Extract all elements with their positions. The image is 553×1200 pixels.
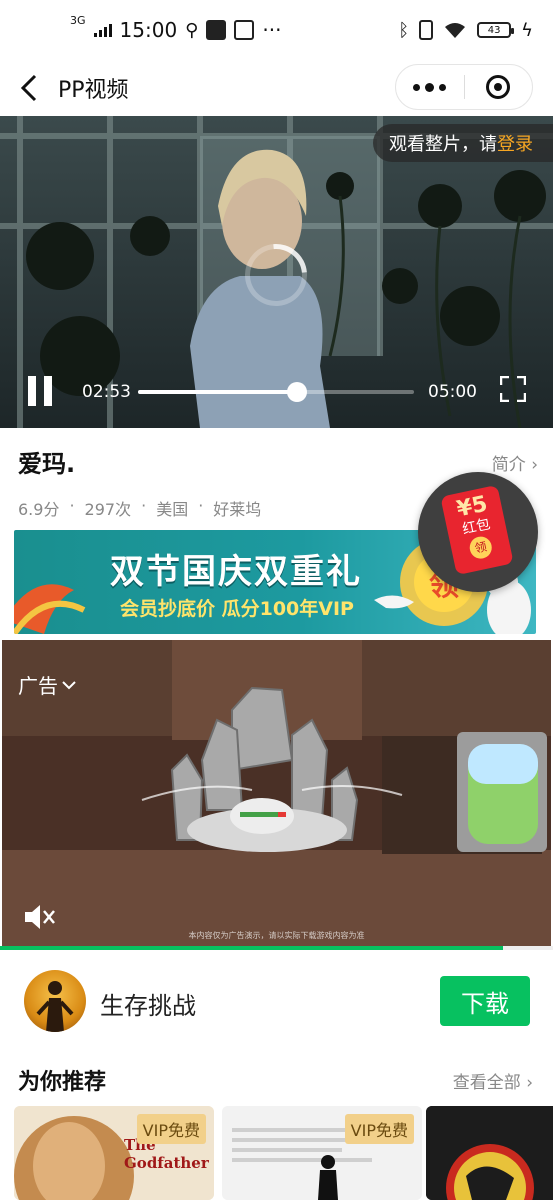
page: 3G 15:00 ⚲ ··· ᛒ 43 ϟ PP视频 观看整片，请 登录 02:… [0, 0, 553, 1200]
page-title: PP视频 [58, 78, 129, 103]
promo-headline: 双节国庆双重礼 [110, 552, 362, 592]
app-download-row: 生存挑战 下载 [0, 960, 553, 1040]
app-avatar-figure [36, 981, 74, 1032]
recommend-title: 为你推荐 [18, 1070, 107, 1095]
ad-disclaimer: 本内容仅为广告演示，请以实际下载游戏内容为准 [188, 931, 365, 940]
meta-separator: · [69, 496, 75, 515]
wifi-icon [445, 23, 466, 38]
ad-game-scene [2, 640, 551, 946]
jurassic-poster [426, 1106, 553, 1200]
intro-link[interactable]: 简介 › [492, 450, 538, 475]
vibrate-icon [419, 20, 434, 40]
movie-plays: 297次 [84, 500, 132, 519]
intro-link-label: 简介 [491, 455, 526, 475]
recommend-card[interactable]: VIP免费 [222, 1106, 422, 1200]
more-button[interactable] [396, 65, 464, 109]
movie-region: 美国 [156, 500, 189, 519]
ad-progress-fill [0, 946, 504, 950]
more-dots-icon [413, 83, 421, 91]
nav-bar: PP视频 [0, 60, 553, 116]
ad-label[interactable]: 广告 [18, 670, 76, 699]
red-packet-button[interactable]: ¥5 红包 领 [418, 472, 538, 592]
signal-icon [93, 23, 112, 37]
meta-separator: · [198, 496, 204, 515]
back-button[interactable] [0, 60, 58, 116]
seek-bar[interactable] [138, 382, 414, 402]
red-packet-icon: ¥5 红包 领 [440, 484, 514, 576]
close-miniprogram-button[interactable] [465, 65, 533, 109]
nfc-icon [206, 20, 227, 40]
movie-rating: 6.9分 [18, 500, 60, 519]
video-controls: 02:53 05:00 [0, 356, 553, 428]
vip-badge: VIP免费 [136, 1114, 206, 1144]
miniprogram-capsule [395, 64, 533, 110]
app-avatar[interactable] [24, 970, 86, 1032]
seek-bar-fill [138, 390, 298, 394]
recommend-header: 为你推荐 查看全部 › [18, 1064, 533, 1096]
pause-icon-bar [44, 376, 52, 406]
movie-meta: 6.9分 · 297次 · 美国 · 好莱坞 [18, 496, 261, 520]
movie-title: 爱玛. [18, 450, 76, 478]
duration: 05:00 [428, 382, 477, 402]
recommend-list: The Godfather VIP免费 VIP免费 [14, 1106, 553, 1200]
meta-separator: · [141, 496, 147, 515]
current-time: 02:53 [82, 382, 131, 402]
battery-level: 43 [487, 24, 501, 36]
ad-label-text: 广告 [18, 674, 58, 698]
status-left: 3G 15:00 ⚲ ··· [70, 14, 282, 42]
charging-icon: ϟ [521, 19, 533, 41]
more-dot-center [425, 82, 435, 92]
chevron-right-icon: › [531, 455, 538, 475]
video-player[interactable]: 观看整片，请 登录 02:53 05:00 [0, 116, 553, 428]
fullscreen-icon[interactable] [500, 376, 526, 402]
vip-badge: VIP免费 [344, 1114, 414, 1144]
ad-progress-bar [0, 946, 553, 950]
usb-icon: ⚲ [185, 19, 199, 41]
download-button[interactable]: 下载 [440, 976, 530, 1026]
status-time: 15:00 [119, 18, 178, 42]
app-name: 生存挑战 [100, 992, 196, 1020]
movie-studio: 好莱坞 [213, 500, 262, 519]
promo-subline: 会员抄底价 瓜分100年VIP [120, 598, 354, 620]
app-notification-icon [234, 20, 255, 40]
target-icon [486, 75, 511, 99]
recommend-card[interactable] [426, 1106, 553, 1200]
bluetooth-icon: ᛒ [398, 19, 410, 41]
more-notifications: ··· [262, 18, 282, 42]
status-right: ᛒ 43 ϟ [398, 20, 533, 41]
pause-button[interactable] [28, 376, 52, 406]
see-all-label: 查看全部 [452, 1073, 521, 1093]
pause-icon [28, 376, 36, 406]
mute-icon[interactable] [22, 902, 56, 932]
more-dot-right [439, 83, 447, 91]
chevron-right-icon: › [526, 1073, 533, 1093]
chevron-left-icon [20, 74, 37, 102]
recommend-card[interactable]: The Godfather VIP免费 [14, 1106, 214, 1200]
login-link[interactable]: 登录 [497, 130, 533, 156]
network-label: 3G [70, 14, 86, 27]
red-packet-claim: 领 [467, 534, 494, 561]
login-prompt-text: 观看整片，请 [389, 134, 497, 155]
chevron-down-icon [62, 680, 76, 689]
login-prompt[interactable]: 观看整片，请 登录 [373, 124, 553, 162]
ad-video[interactable]: 广告 本内容仅为广告演示，请以实际下载游戏内容为准 [2, 640, 551, 946]
battery-icon: 43 [477, 22, 515, 38]
seek-handle[interactable] [287, 382, 308, 402]
see-all-link[interactable]: 查看全部 › [453, 1068, 533, 1093]
status-bar: 3G 15:00 ⚲ ··· ᛒ 43 ϟ [0, 0, 553, 60]
